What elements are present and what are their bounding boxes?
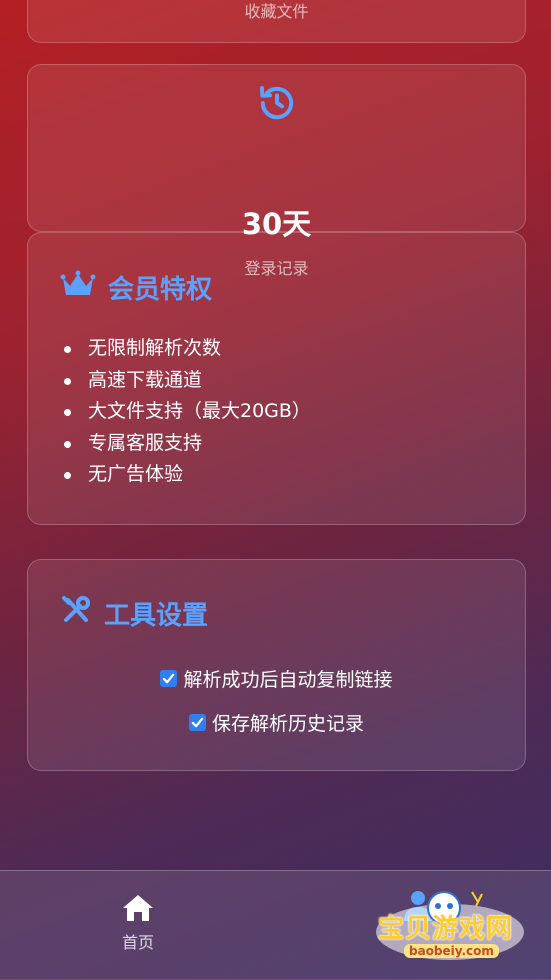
watermark-title: 宝贝游戏网 (378, 914, 514, 944)
benefit-item: 专属客服支持 (64, 428, 311, 460)
membership-title-row: 会员特权 (60, 269, 212, 306)
favorites-stat-label: 收藏文件 (244, 2, 309, 21)
save-history-option[interactable]: 保存解析历史记录 (28, 709, 525, 736)
tools-icon (60, 594, 92, 633)
nav-home-label: 首页 (121, 933, 154, 952)
crown-icon (60, 270, 96, 305)
watermark-logo: 宝贝游戏网 baobeiy.com (372, 886, 527, 964)
save-history-label: 保存解析历史记录 (211, 713, 364, 735)
benefit-item: 大文件支持（最大20GB） (64, 396, 311, 428)
login-stat-card: 30天 登录记录 (27, 64, 526, 278)
favorites-stat-card: 收藏文件 (27, 0, 526, 43)
benefit-item: 无限制解析次数 (64, 333, 311, 365)
tools-title-row: 工具设置 (60, 594, 208, 633)
benefits-list: 无限制解析次数 高速下载通道 大文件支持（最大20GB） 专属客服支持 无广告体… (64, 333, 311, 491)
benefit-item: 无广告体验 (64, 459, 311, 491)
tools-settings-card: 工具设置 解析成功后自动复制链接 保存解析历史记录 (27, 559, 526, 771)
auto-copy-option[interactable]: 解析成功后自动复制链接 (28, 665, 525, 692)
save-history-checkbox[interactable] (188, 714, 206, 731)
nav-home-tab[interactable]: 首页 (112, 893, 164, 953)
history-icon (28, 83, 525, 127)
membership-card: 会员特权 无限制解析次数 高速下载通道 大文件支持（最大20GB） 专属客服支持… (27, 232, 526, 525)
home-icon (121, 895, 155, 927)
tools-title: 工具设置 (104, 601, 209, 631)
benefit-item: 高速下载通道 (64, 365, 311, 397)
membership-title: 会员特权 (108, 275, 213, 305)
watermark-url: baobeiy.com (404, 944, 499, 958)
auto-copy-label: 解析成功后自动复制链接 (183, 669, 393, 691)
auto-copy-checkbox[interactable] (160, 670, 178, 687)
